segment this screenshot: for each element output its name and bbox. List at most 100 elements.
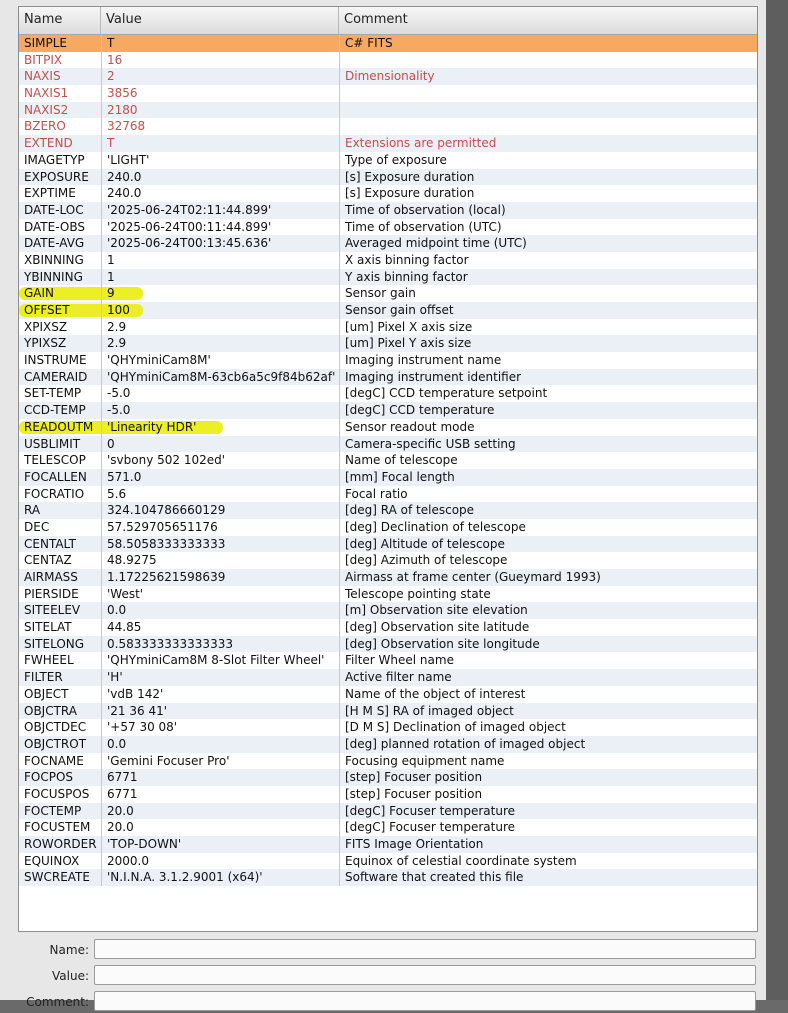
- table-row[interactable]: NAXIS 2 Dimensionality: [19, 68, 757, 86]
- table-row[interactable]: BZERO 32768: [19, 118, 757, 136]
- comment-cell: Averaged midpoint time (UTC): [339, 235, 757, 252]
- keyword-cell: FOCALLEN: [24, 469, 87, 484]
- table-row[interactable]: EQUINOX 2000.0 Equinox of celestial coordi…: [19, 852, 757, 870]
- column-header-name[interactable]: Name: [19, 7, 101, 34]
- comment-cell: [mm] Focal length: [339, 468, 757, 486]
- table-row[interactable]: READOUTM 'Linearity HDR' Sensor readout mo…: [19, 418, 757, 436]
- table-row[interactable]: FOCUSTEM 20.0 [degC] Focuser temperature: [19, 819, 757, 836]
- keyword-cell: BITPIX: [24, 52, 63, 67]
- table-row[interactable]: FILTER 'H' Active filter name: [19, 669, 757, 686]
- table-row[interactable]: CENTALT 58.5058333333333 [deg] Altitude of…: [19, 535, 757, 553]
- table-row[interactable]: USBLIMIT 0 Camera-specific USB setting: [19, 435, 757, 453]
- keyword-cell: OBJCTRA: [24, 703, 77, 718]
- name-input[interactable]: [94, 939, 756, 959]
- comment-cell: [s] Exposure duration: [339, 185, 757, 202]
- keyword-cell: DATE-AVG: [24, 236, 85, 251]
- table-row[interactable]: DATE-OBS '2025-06-24T00:11:44.899' Time of…: [19, 218, 757, 236]
- keyword-cell: CENTALT: [24, 536, 76, 551]
- table-header: Name Value Comment: [19, 7, 757, 35]
- value-cell: 3856: [101, 85, 339, 102]
- value-cell: 240.0: [101, 185, 339, 202]
- value-cell: 0.0: [101, 735, 339, 753]
- comment-cell: Name of telescope: [339, 452, 757, 469]
- table-row[interactable]: DEC 57.529705651176 [deg] Declination of t…: [19, 518, 757, 536]
- comment-cell: [degC] Focuser temperature: [339, 802, 757, 820]
- table-row[interactable]: GAIN 9 Sensor gain: [19, 285, 757, 302]
- value-cell: 'QHYminiCam8M 8-Slot Filter Wheel': [101, 652, 339, 670]
- table-row[interactable]: CENTAZ 48.9275 [deg] Azimuth of telescope: [19, 552, 757, 569]
- value-input[interactable]: [94, 965, 756, 985]
- value-cell: 'TOP-DOWN': [101, 836, 339, 853]
- table-row[interactable]: FOCPOS 6771 [step] Focuser position: [19, 769, 757, 786]
- table-row[interactable]: YPIXSZ 2.9 [um] Pixel Y axis size: [19, 335, 757, 353]
- comment-cell: [s] Exposure duration: [339, 168, 757, 186]
- value-cell: 2180: [101, 101, 339, 119]
- table-row[interactable]: TELESCOP 'svbony 502 102ed' Name of telesc…: [19, 452, 757, 469]
- table-row[interactable]: PIERSIDE 'West' Telescope pointing state: [19, 585, 757, 603]
- table-row[interactable]: OBJCTROT 0.0 [deg] planned rotation of ima…: [19, 735, 757, 753]
- table-row[interactable]: RA 324.104786660129 [deg] RA of telescope: [19, 502, 757, 519]
- table-row[interactable]: SITELAT 44.85 [deg] Observation site latit…: [19, 619, 757, 636]
- table-row[interactable]: EXPOSURE 240.0 [s] Exposure duration: [19, 168, 757, 186]
- table-row[interactable]: CAMERAID 'QHYminiCam8M-63cb6a5c9f84b62af'…: [19, 368, 757, 386]
- keyword-cell: DATE-LOC: [24, 202, 84, 217]
- keyword-cell: BZERO: [24, 119, 66, 134]
- table-row[interactable]: DATE-AVG '2025-06-24T00:13:45.636' Average…: [19, 235, 757, 252]
- value-cell: 2.9: [101, 318, 339, 336]
- keyword-cell: OFFSET: [24, 303, 70, 317]
- table-row[interactable]: NAXIS2 2180: [19, 101, 757, 119]
- comment-cell: Name of the object of interest: [339, 685, 757, 703]
- comment-cell: [step] Focuser position: [339, 785, 757, 803]
- table-row[interactable]: OBJCTDEC '+57 30 08' [D M S] Declination o…: [19, 719, 757, 736]
- comment-cell: Dimensionality: [339, 68, 757, 86]
- table-row[interactable]: YBINNING 1 Y axis binning factor: [19, 268, 757, 286]
- table-row[interactable]: OFFSET 100 Sensor gain offset: [19, 302, 757, 319]
- table-row[interactable]: EXTEND T Extensions are permitted: [19, 135, 757, 152]
- table-row[interactable]: FWHEEL 'QHYminiCam8M 8-Slot Filter Wheel'…: [19, 652, 757, 670]
- value-cell: T: [101, 135, 339, 152]
- keyword-cell: CAMERAID: [24, 369, 88, 384]
- comment-cell: Time of observation (local): [339, 201, 757, 219]
- table-row[interactable]: INSTRUME 'QHYminiCam8M' Imaging instrument…: [19, 352, 757, 369]
- table-row[interactable]: FOCNAME 'Gemini Focuser Pro' Focusing equi…: [19, 752, 757, 770]
- table-row[interactable]: OBJCTRA '21 36 41' [H M S] RA of imaged ob…: [19, 702, 757, 720]
- table-row[interactable]: SET-TEMP -5.0 [degC] CCD temperature setpo…: [19, 385, 757, 403]
- table-row[interactable]: FOCRATIO 5.6 Focal ratio: [19, 485, 757, 503]
- comment-cell: [339, 118, 757, 136]
- value-cell: 6771: [101, 769, 339, 786]
- table-row[interactable]: OBJECT 'vdB 142' Name of the object of int…: [19, 685, 757, 703]
- comment-cell: [D M S] Declination of imaged object: [339, 719, 757, 736]
- name-form-row: Name:: [0, 939, 766, 961]
- table-row[interactable]: BITPIX 16: [19, 51, 757, 69]
- value-cell: 6771: [101, 785, 339, 803]
- keyword-cell: ROWORDER: [24, 837, 97, 851]
- table-row[interactable]: FOCUSPOS 6771 [step] Focuser position: [19, 785, 757, 803]
- column-header-value[interactable]: Value: [101, 7, 339, 34]
- table-row[interactable]: CCD-TEMP -5.0 [degC] CCD temperature: [19, 402, 757, 419]
- value-cell: 'QHYminiCam8M-63cb6a5c9f84b62af': [101, 368, 339, 386]
- table-row[interactable]: XPIXSZ 2.9 [um] Pixel X axis size: [19, 318, 757, 336]
- table-row[interactable]: AIRMASS 1.17225621598639 Airmass at frame …: [19, 569, 757, 586]
- value-cell: 5.6: [101, 485, 339, 503]
- table-row[interactable]: SWCREATE 'N.I.N.A. 3.1.2.9001 (x64)' Softw…: [19, 869, 757, 887]
- table-row[interactable]: FOCALLEN 571.0 [mm] Focal length: [19, 468, 757, 486]
- keyword-cell: OBJCTDEC: [24, 720, 87, 735]
- table-row[interactable]: NAXIS1 3856: [19, 85, 757, 102]
- table-row[interactable]: ROWORDER 'TOP-DOWN' FITS Image Orientation: [19, 836, 757, 853]
- comment-cell: [degC] CCD temperature setpoint: [339, 385, 757, 403]
- table-row[interactable]: SITEELEV 0.0 [m] Observation site elevatio…: [19, 602, 757, 620]
- table-row[interactable]: DATE-LOC '2025-06-24T02:11:44.899' Time of…: [19, 201, 757, 219]
- table-row[interactable]: IMAGETYP 'LIGHT' Type of exposure: [19, 151, 757, 169]
- column-header-comment[interactable]: Comment: [339, 7, 757, 34]
- table-row[interactable]: FOCTEMP 20.0 [degC] Focuser temperature: [19, 802, 757, 820]
- comment-cell: X axis binning factor: [339, 251, 757, 269]
- table-row[interactable]: XBINNING 1 X axis binning factor: [19, 251, 757, 269]
- table-row[interactable]: SITELONG 0.583333333333333 [deg] Observati…: [19, 635, 757, 653]
- comment-label: Comment:: [26, 995, 89, 1009]
- keyword-cell: OBJECT: [24, 686, 69, 701]
- comment-input[interactable]: [94, 991, 756, 1011]
- table-row[interactable]: SIMPLE T C# FITS: [19, 35, 757, 52]
- keyword-cell: RA: [24, 503, 41, 518]
- comment-cell: [339, 85, 757, 102]
- table-row[interactable]: EXPTIME 240.0 [s] Exposure duration: [19, 185, 757, 202]
